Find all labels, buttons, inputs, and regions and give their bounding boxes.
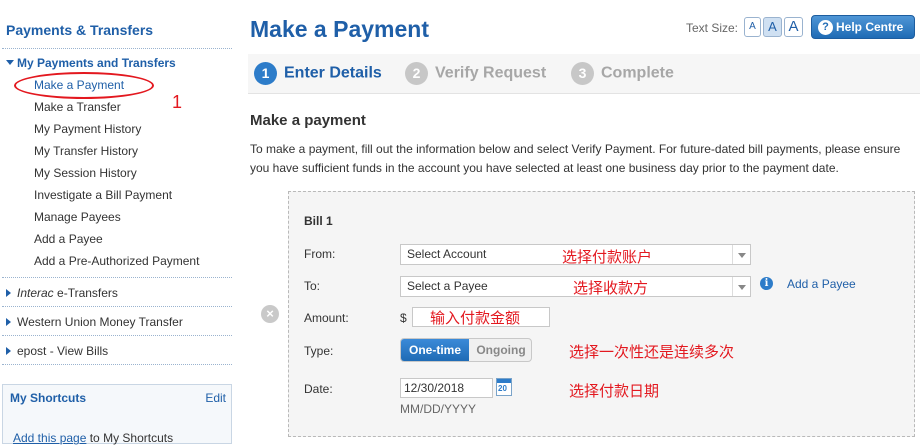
text-size-large-button[interactable]: A bbox=[784, 17, 803, 37]
currency-symbol: $ bbox=[400, 311, 407, 325]
annotation-type: 选择一次性还是连续多次 bbox=[569, 343, 735, 361]
divider bbox=[2, 364, 232, 365]
annotation-number: 1 bbox=[172, 92, 183, 112]
bill-title: Bill 1 bbox=[304, 214, 333, 228]
sidebar-title: Payments & Transfers bbox=[6, 22, 154, 38]
progress-steps: 1 Enter Details 2 Verify Request 3 Complete bbox=[248, 54, 920, 94]
chevron-down-icon bbox=[6, 60, 14, 65]
sidebar-item-transfer-history[interactable]: My Transfer History bbox=[34, 144, 138, 158]
step-label: Verify Request bbox=[435, 64, 547, 82]
divider bbox=[2, 48, 232, 49]
step-complete: 3 Complete bbox=[571, 62, 674, 86]
step-enter-details: 1 Enter Details bbox=[254, 62, 382, 86]
date-format-hint: MM/DD/YYYY bbox=[400, 402, 477, 416]
chevron-down-icon bbox=[732, 245, 750, 264]
sidebar-section-my-payments[interactable]: My Payments and Transfers bbox=[6, 56, 176, 70]
shortcuts-panel: My Shortcuts Edit Add this page to My Sh… bbox=[2, 384, 232, 445]
text-size-medium-button[interactable]: A bbox=[763, 17, 782, 37]
sidebar-item-payment-history[interactable]: My Payment History bbox=[34, 122, 141, 136]
help-centre-button[interactable]: ? Help Centre bbox=[811, 15, 915, 39]
divider bbox=[2, 306, 232, 307]
text-size-label: Text Size: bbox=[686, 21, 739, 35]
from-label: From: bbox=[304, 247, 336, 261]
chevron-right-icon bbox=[6, 289, 11, 297]
intro-text: To make a payment, fill out the informat… bbox=[250, 142, 901, 175]
step-number: 3 bbox=[571, 62, 594, 85]
calendar-icon[interactable]: 20 bbox=[496, 378, 512, 396]
divider bbox=[2, 335, 232, 336]
date-input[interactable]: 12/30/2018 bbox=[400, 378, 493, 398]
sidebar-item-make-transfer[interactable]: Make a Transfer bbox=[34, 100, 121, 114]
type-one-time-button[interactable]: One-time bbox=[401, 339, 469, 361]
to-payee-value: Select a Payee bbox=[407, 279, 488, 293]
payment-type-toggle: One-time Ongoing bbox=[400, 338, 532, 362]
annotation-to: 选择收款方 bbox=[573, 279, 649, 297]
step-number: 2 bbox=[405, 62, 428, 85]
epost-label: epost - View Bills bbox=[17, 344, 109, 358]
step-label: Complete bbox=[601, 64, 674, 82]
western-union-label: Western Union Money Transfer bbox=[17, 315, 183, 329]
chevron-right-icon bbox=[6, 347, 11, 355]
help-centre-label: Help Centre bbox=[836, 20, 904, 34]
date-label: Date: bbox=[304, 382, 333, 396]
interac-label: Interac bbox=[17, 286, 54, 300]
remove-bill-icon[interactable]: × bbox=[261, 305, 279, 323]
annotation-from: 选择付款账户 bbox=[562, 248, 653, 266]
sidebar-section-epost[interactable]: epost - View Bills bbox=[6, 344, 108, 358]
add-shortcut-link[interactable]: Add this page bbox=[13, 431, 86, 445]
calendar-day: 20 bbox=[498, 384, 507, 393]
page-title: Make a Payment bbox=[250, 16, 429, 42]
annotation-oval bbox=[14, 72, 154, 99]
info-icon[interactable]: i bbox=[760, 277, 773, 290]
from-account-value: Select Account bbox=[407, 247, 487, 261]
step-verify-request: 2 Verify Request bbox=[405, 62, 546, 86]
amount-label: Amount: bbox=[304, 311, 349, 325]
chevron-down-icon bbox=[732, 277, 750, 296]
add-shortcut-rest: to My Shortcuts bbox=[86, 431, 174, 445]
step-label: Enter Details bbox=[284, 64, 382, 82]
shortcuts-title: My Shortcuts bbox=[10, 391, 87, 405]
sidebar: Payments & Transfers My Payments and Tra… bbox=[0, 0, 236, 445]
sidebar-item-pre-authorized[interactable]: Add a Pre-Authorized Payment bbox=[34, 254, 199, 268]
sidebar-item-investigate-bill[interactable]: Investigate a Bill Payment bbox=[34, 188, 172, 202]
shortcuts-edit-link[interactable]: Edit bbox=[205, 391, 226, 405]
step-number: 1 bbox=[254, 62, 277, 85]
divider bbox=[2, 277, 232, 278]
sidebar-section-label: My Payments and Transfers bbox=[17, 56, 176, 70]
sidebar-section-interac[interactable]: Interac e-Transfers bbox=[6, 286, 118, 300]
section-title: Make a payment bbox=[250, 112, 366, 129]
sidebar-item-add-payee[interactable]: Add a Payee bbox=[34, 232, 103, 246]
add-payee-link[interactable]: Add a Payee bbox=[787, 277, 856, 291]
annotation-amount: 输入付款金额 bbox=[430, 309, 521, 327]
to-label: To: bbox=[304, 279, 321, 293]
help-icon: ? bbox=[818, 20, 833, 35]
chevron-right-icon bbox=[6, 318, 11, 326]
text-size-small-button[interactable]: A bbox=[744, 17, 761, 37]
sidebar-item-session-history[interactable]: My Session History bbox=[34, 166, 137, 180]
add-shortcut: Add this page to My Shortcuts bbox=[13, 431, 173, 445]
sidebar-item-manage-payees[interactable]: Manage Payees bbox=[34, 210, 121, 224]
interac-rest: e-Transfers bbox=[53, 286, 118, 300]
sidebar-section-western-union[interactable]: Western Union Money Transfer bbox=[6, 315, 183, 329]
annotation-date: 选择付款日期 bbox=[569, 382, 660, 400]
type-ongoing-button[interactable]: Ongoing bbox=[469, 339, 531, 361]
type-label: Type: bbox=[304, 344, 334, 358]
